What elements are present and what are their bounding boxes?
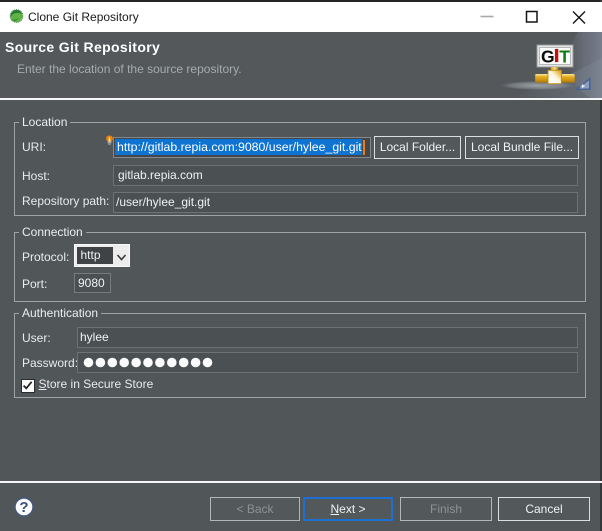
svg-text:G: G (541, 46, 555, 66)
svg-text:?: ? (19, 499, 28, 516)
svg-text:T: T (559, 46, 570, 66)
